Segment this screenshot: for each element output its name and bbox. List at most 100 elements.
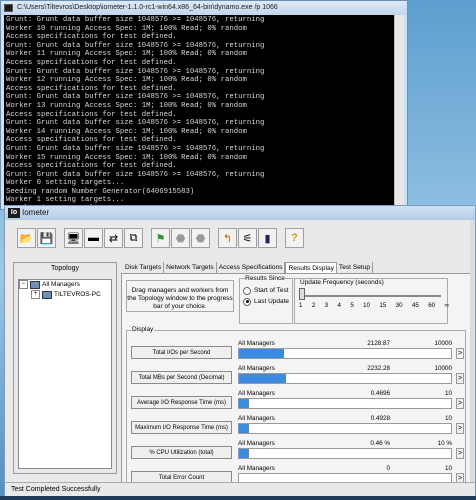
metric-progress-fill [239, 449, 249, 458]
scale-arrow-button[interactable]: > [456, 348, 464, 359]
metric-scale: 10 [444, 390, 452, 397]
topology-tree[interactable]: − All Managers + TILTEVROS-PC [18, 279, 112, 469]
scale-arrow-button[interactable]: > [456, 398, 464, 409]
metric-row: % CPU Utilization (total) All Managers 0.4… [131, 439, 464, 463]
metric-source: All Managers [238, 390, 275, 397]
duplicate-worker-icon[interactable]: ⧉ [124, 228, 143, 248]
iometer-title-bar[interactable]: Io Iometer [5, 206, 475, 220]
slider-tick-label: 3 [324, 302, 329, 309]
save-icon[interactable]: 💾 [37, 228, 56, 248]
metric-select-button[interactable]: % CPU Utilization (total) [131, 446, 232, 459]
metric-progress-bar[interactable] [238, 423, 452, 434]
metric-scale: 10000 [434, 340, 452, 347]
metric-select-button[interactable]: Total I/Os per Second [131, 346, 232, 359]
slider-tick-label: 30 [395, 302, 403, 309]
slider-tick-label: 60 [428, 302, 436, 309]
console-icon [4, 4, 13, 12]
tree-label-manager: TILTEVROS-PC [54, 291, 101, 299]
scale-arrow-button[interactable]: > [456, 373, 464, 384]
display-header: Display [131, 326, 155, 333]
console-title-bar[interactable]: C:\Users\Tiltevros\Desktop\iometer-1.1.0… [1, 1, 407, 15]
metric-source: All Managers [238, 465, 275, 472]
metric-select-button[interactable]: Maximum I/O Response Time (ms) [131, 421, 232, 434]
computer-icon [42, 290, 52, 299]
metric-value: 0.46 % [370, 440, 390, 447]
metric-source: All Managers [238, 440, 275, 447]
exit-icon[interactable]: ▮ [258, 228, 277, 248]
stop-all-icon[interactable]: ⬣ [191, 228, 210, 248]
metric-header: All Managers 2232.28 10000 [238, 364, 452, 373]
metric-row: Average I/O Response Time (ms) All Manage… [131, 389, 464, 413]
main-area: Topology − All Managers + TILTEVROS-PC Dis… [13, 262, 471, 495]
stop-icon[interactable]: ⬣ [171, 228, 190, 248]
iometer-window: Io Iometer 📂 💾 🖥 ▬ ⇄ ⧉ ⚑ ⬣ ⬣ ↰ ⚟ ▮ ? Top… [4, 205, 476, 497]
metric-source: All Managers [238, 415, 275, 422]
new-manager-icon[interactable]: 🖥 [64, 228, 83, 248]
metric-progress-bar[interactable] [238, 448, 452, 459]
metric-select-button[interactable]: Average I/O Response Time (ms) [131, 396, 232, 409]
tree-item-manager[interactable]: + TILTEVROS-PC [19, 290, 111, 300]
new-network-worker-icon[interactable]: ⇄ [104, 228, 123, 248]
reset-workers-icon[interactable]: ↰ [218, 228, 237, 248]
slider-tick-label: 4 [337, 302, 341, 309]
managers-icon [30, 280, 40, 289]
status-bar: Test Completed Successfully [5, 482, 475, 496]
open-icon[interactable]: 📂 [17, 228, 36, 248]
slider-tick-label: 10 [363, 302, 371, 309]
results-display-panel: Drag managers and workers from the Topol… [121, 273, 471, 495]
radio-last-update[interactable]: Last Update [243, 296, 292, 307]
metric-value: 0.4928 [370, 415, 390, 422]
metric-scale: 10 % [437, 440, 452, 447]
metric-header: All Managers 0.4928 10 [238, 414, 452, 423]
metric-header: All Managers 0.4696 10 [238, 389, 452, 398]
radio-button-selected-icon[interactable] [243, 297, 251, 306]
slider-tick-label: 5 [350, 302, 354, 309]
start-icon[interactable]: ⚑ [151, 228, 170, 248]
tree-item-all-managers[interactable]: − All Managers [19, 280, 111, 290]
toolbar: 📂 💾 🖥 ▬ ⇄ ⧉ ⚑ ⬣ ⬣ ↰ ⚟ ▮ ? [17, 228, 304, 254]
metric-value: 0.4696 [370, 390, 390, 397]
metric-value: 2232.28 [367, 365, 390, 372]
metric-header: All Managers 2128.87 10000 [238, 339, 452, 348]
slider-tick-label: 2 [311, 302, 316, 309]
metric-progress-fill [239, 374, 287, 383]
slider-ticks: 1 2 3 4 5 10 15 30 45 60 ∞ [299, 302, 449, 309]
console-title: C:\Users\Tiltevros\Desktop\iometer-1.1.0… [17, 4, 278, 11]
scale-arrow-button[interactable]: > [456, 448, 464, 459]
topology-panel: Topology − All Managers + TILTEVROS-PC [13, 262, 117, 474]
radio-button-icon[interactable] [243, 286, 251, 295]
metric-scale: 10 [444, 415, 452, 422]
results-since-group: Results Since Start of Test Last Update [239, 275, 293, 324]
radio-start-of-test[interactable]: Start of Test [243, 285, 292, 296]
metric-progress-bar[interactable] [238, 398, 452, 409]
slider-tick-label: 45 [411, 302, 419, 309]
window-scrollbar[interactable] [470, 220, 475, 482]
metric-progress-bar[interactable] [238, 373, 452, 384]
new-disk-worker-icon[interactable]: ▬ [84, 228, 103, 248]
collapse-icon[interactable]: − [19, 280, 28, 289]
iometer-title: Iometer [22, 208, 50, 217]
taskbar [0, 496, 476, 500]
metric-row: Maximum I/O Response Time (ms) All Manage… [131, 414, 464, 438]
update-frequency-slider[interactable] [303, 295, 441, 297]
slider-thumb[interactable] [299, 288, 305, 300]
expand-icon[interactable]: + [31, 290, 40, 299]
metric-progress-fill [239, 399, 249, 408]
help-icon[interactable]: ? [285, 228, 304, 248]
update-frequency-header: Update Frequency (seconds) [300, 279, 384, 286]
metric-select-button[interactable]: Total MBs per Second (Decimal) [131, 371, 232, 384]
metric-value: 0 [386, 465, 390, 472]
metric-source: All Managers [238, 340, 275, 347]
metric-value: 2128.87 [367, 340, 390, 347]
metric-progress-bar[interactable] [238, 348, 452, 359]
radio-label: Last Update [254, 298, 290, 305]
scale-arrow-button[interactable]: > [456, 423, 464, 434]
slider-tick-label: ∞ [444, 302, 449, 309]
metric-header: All Managers 0.46 % 10 % [238, 439, 452, 448]
slider-tick-label: 1 [299, 302, 303, 309]
console-text: Grunt: Grunt data buffer size 1048576 >=… [6, 16, 265, 209]
metric-header: All Managers 0 10 [238, 464, 452, 473]
disconnect-icon[interactable]: ⚟ [238, 228, 257, 248]
console-scrollbar[interactable] [394, 15, 404, 209]
metric-progress-fill [239, 349, 285, 358]
